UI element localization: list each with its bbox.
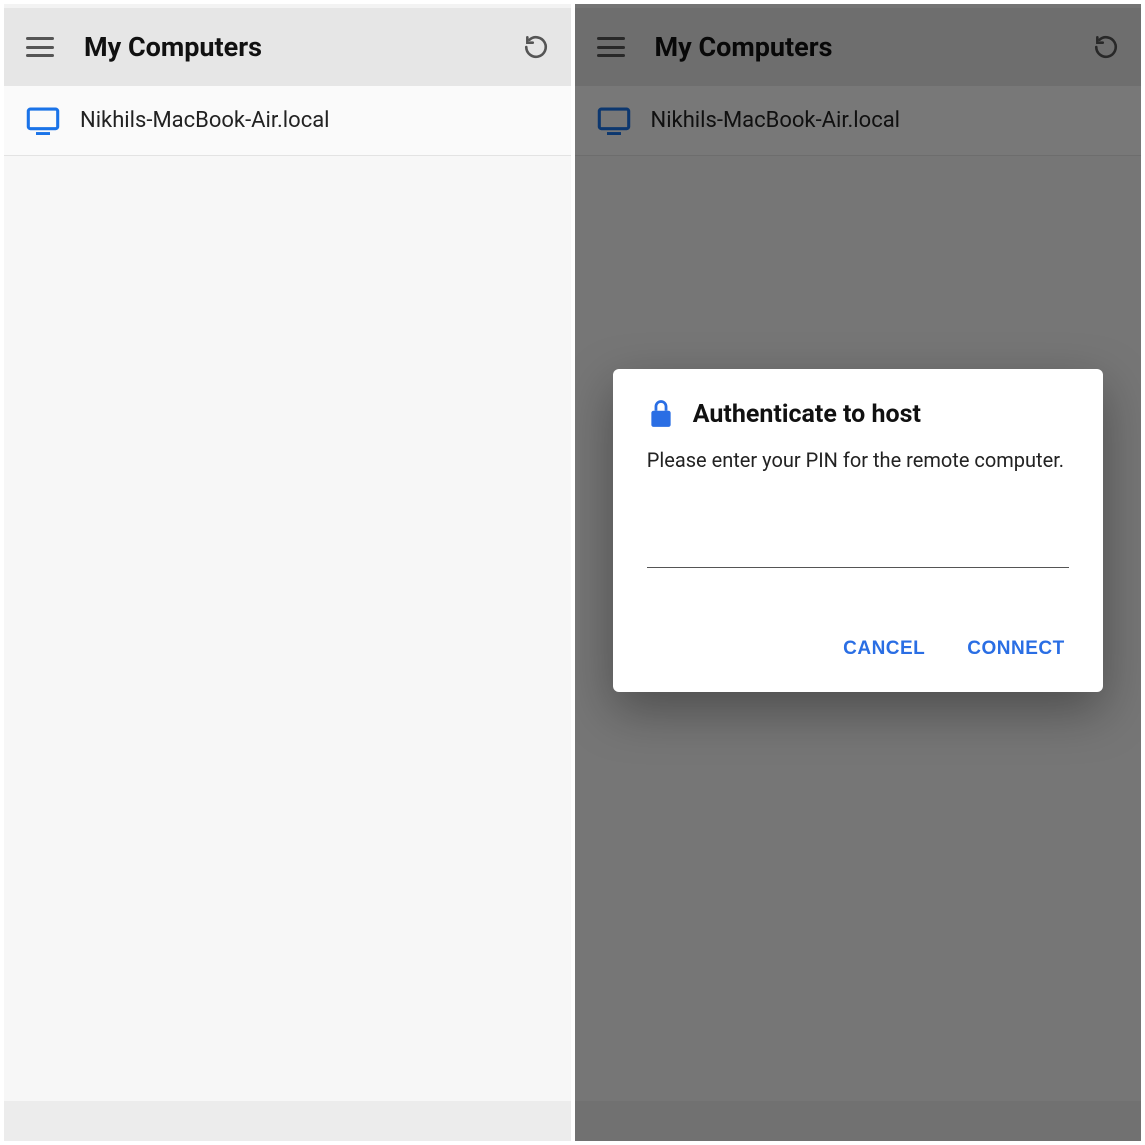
page-title: My Computers bbox=[84, 31, 523, 63]
monitor-icon bbox=[26, 107, 60, 135]
topbar: My Computers bbox=[4, 4, 571, 86]
empty-area bbox=[4, 156, 571, 1141]
cancel-button[interactable]: CANCEL bbox=[839, 630, 929, 668]
refresh-icon[interactable] bbox=[523, 34, 549, 60]
dialog-header: Authenticate to host bbox=[647, 399, 1069, 429]
computer-name: Nikhils-MacBook-Air.local bbox=[80, 108, 330, 133]
dialog-actions: CANCEL CONNECT bbox=[647, 630, 1069, 668]
pin-input[interactable] bbox=[647, 532, 1069, 568]
bottom-bar bbox=[4, 1101, 571, 1141]
computer-list-item[interactable]: Nikhils-MacBook-Air.local bbox=[4, 86, 571, 156]
screen-computer-list: My Computers Nikhils-MacBook-Air.local bbox=[0, 0, 573, 1145]
hamburger-menu-icon[interactable] bbox=[26, 37, 54, 57]
connect-button[interactable]: CONNECT bbox=[963, 630, 1068, 668]
auth-dialog: Authenticate to host Please enter your P… bbox=[613, 369, 1103, 692]
dialog-message: Please enter your PIN for the remote com… bbox=[647, 447, 1069, 474]
screen-auth-dialog: My Computers Nikhils-MacBook-Air.local bbox=[573, 0, 1145, 1145]
computer-list: Nikhils-MacBook-Air.local bbox=[4, 86, 571, 156]
dialog-title: Authenticate to host bbox=[693, 400, 921, 429]
lock-icon bbox=[647, 399, 675, 429]
